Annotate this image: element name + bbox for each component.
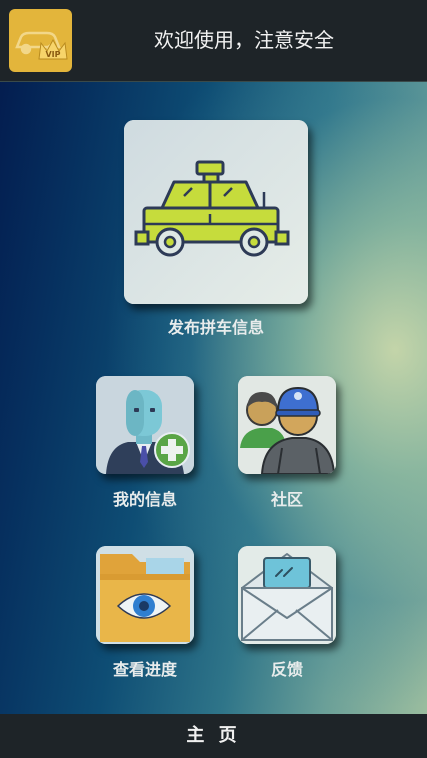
community-button[interactable] [238,376,336,474]
publish-carpool-label: 发布拼车信息 [167,318,264,337]
page-title: 欢迎使用，注意安全 [154,28,334,52]
vip-car-logo-icon: VIP [9,9,72,72]
check-progress-button[interactable] [96,546,194,644]
community-icon [238,376,336,474]
my-info-label: 我的信息 [112,490,177,509]
home-tab[interactable]: 主 页 [0,714,427,758]
bottom-nav: 主 页 [0,714,427,758]
mail-message-icon [238,546,336,644]
check-progress-label: 查看进度 [112,660,177,679]
folder-eye-icon [96,546,194,644]
vip-badge: VIP [45,50,60,59]
add-user-icon [96,376,194,474]
my-info-button[interactable] [96,376,194,474]
taxi-icon [124,120,308,304]
feedback-label: 反馈 [270,660,303,679]
community-label: 社区 [270,490,303,509]
feedback-button[interactable] [238,546,336,644]
publish-carpool-button[interactable] [124,120,308,304]
top-bar: VIP 欢迎使用，注意安全 [0,0,427,82]
